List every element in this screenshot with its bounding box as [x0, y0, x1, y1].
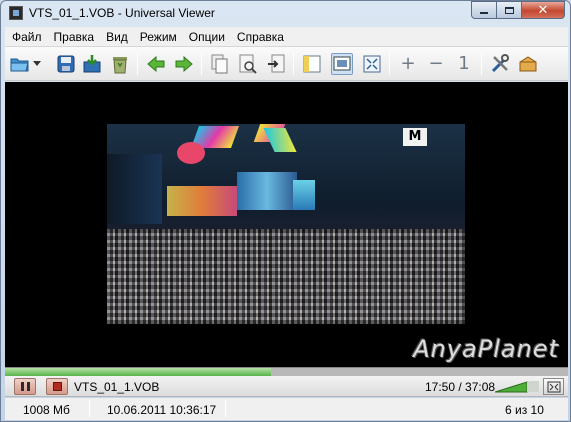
view-media-button[interactable] [331, 53, 353, 75]
reload-button[interactable] [81, 53, 103, 75]
arrow-right-icon [175, 56, 193, 72]
close-button[interactable]: ✕ [522, 1, 565, 19]
menu-view[interactable]: Вид [100, 30, 134, 44]
close-icon: ✕ [537, 2, 549, 18]
pause-icon [20, 382, 24, 391]
watermark: AnyaPlanet [413, 335, 559, 363]
menu-bar: Файл Правка Вид Режим Опции Справка [5, 27, 568, 47]
package-icon [519, 56, 537, 72]
menu-options[interactable]: Опции [183, 30, 231, 44]
zoom-in-button[interactable]: + [397, 53, 419, 75]
stop-icon [52, 382, 62, 391]
reload-icon [83, 55, 101, 73]
open-dropdown-button[interactable] [31, 53, 43, 75]
copy-button[interactable] [209, 53, 231, 75]
menu-mode[interactable]: Режим [134, 30, 183, 44]
original-size-icon: 1 [458, 53, 470, 74]
status-bar: 1008 Мб 10.06.2011 10:36:17 6 из 10 [5, 398, 568, 420]
open-folder-icon [10, 58, 29, 72]
copy-icon [211, 54, 228, 74]
view-media-icon [333, 56, 351, 71]
next-file-button[interactable] [173, 53, 195, 75]
video-frame[interactable]: M [107, 124, 465, 324]
settings-icon [491, 54, 509, 73]
menu-file[interactable]: Файл [5, 30, 48, 44]
volume-icon [494, 378, 539, 393]
player-controls: VTS_01_1.VOB 17:50 / 37:08 [5, 376, 568, 397]
view-text-button[interactable] [301, 53, 323, 75]
timecode: 17:50 / 37:08 [425, 380, 496, 394]
stage-truss [107, 154, 162, 224]
settings-button[interactable] [489, 53, 511, 75]
stage-screen [237, 172, 297, 210]
maximize-button[interactable] [497, 1, 522, 19]
status-separator [225, 400, 226, 417]
pause-button[interactable] [14, 378, 36, 395]
status-separator [89, 400, 90, 417]
stage-light [263, 128, 297, 152]
toolbar-separator [389, 53, 390, 75]
recycle-bin-icon [113, 57, 127, 74]
menu-edit[interactable]: Правка [48, 30, 101, 44]
fullscreen-button[interactable] [543, 378, 564, 395]
export-button[interactable] [265, 53, 287, 75]
file-datetime: 10.06.2011 10:36:17 [107, 403, 217, 417]
toolbar-separator [137, 53, 138, 75]
pause-icon [26, 382, 30, 391]
volume-slider[interactable] [494, 378, 539, 393]
stage-sign [177, 142, 205, 164]
playing-filename: VTS_01_1.VOB [74, 380, 160, 394]
print-preview-icon [239, 54, 257, 74]
save-icon [57, 55, 75, 73]
open-button[interactable] [9, 53, 31, 75]
zoom-in-icon: + [400, 53, 416, 74]
seek-bar-fill [5, 368, 272, 376]
channel-logo: M [403, 128, 427, 146]
app-window: VTS_01_1.VOB - Universal Viewer ✕ Файл П… [0, 0, 571, 422]
dropdown-arrow-icon [33, 61, 41, 66]
toolbar-separator [201, 53, 202, 75]
menu-help[interactable]: Справка [231, 30, 290, 44]
title-bar[interactable]: VTS_01_1.VOB - Universal Viewer ✕ [1, 1, 570, 27]
arrow-left-icon [147, 56, 165, 72]
window-title: VTS_01_1.VOB - Universal Viewer [29, 6, 215, 20]
file-position: 6 из 10 [505, 403, 544, 417]
seek-bar[interactable] [5, 367, 568, 376]
fullscreen-icon [547, 381, 560, 392]
fit-window-icon [363, 55, 381, 73]
stop-button[interactable] [46, 378, 68, 395]
stage-platform [167, 186, 237, 216]
zoom-out-icon: − [428, 53, 444, 74]
zoom-out-button[interactable]: − [425, 53, 447, 75]
toolbar: + − 1 [5, 47, 568, 81]
file-size: 1008 Мб [23, 403, 70, 417]
fit-window-button[interactable] [361, 53, 383, 75]
view-text-icon [303, 55, 321, 73]
toolbar-separator [481, 53, 482, 75]
crowd-shading [107, 229, 465, 324]
previous-file-button[interactable] [145, 53, 167, 75]
maximize-icon [504, 6, 514, 14]
delete-button[interactable] [109, 53, 131, 75]
window-controls: ✕ [471, 1, 565, 19]
minimize-button[interactable] [471, 1, 497, 19]
save-button[interactable] [55, 53, 77, 75]
print-preview-button[interactable] [237, 53, 259, 75]
media-viewport[interactable]: M AnyaPlanet [5, 82, 568, 367]
original-size-button[interactable]: 1 [453, 53, 475, 75]
package-button[interactable] [517, 53, 539, 75]
stage-screen [293, 180, 315, 210]
export-icon [268, 54, 285, 73]
toolbar-separator [293, 53, 294, 75]
app-icon [9, 6, 23, 20]
minimize-icon [480, 11, 488, 14]
